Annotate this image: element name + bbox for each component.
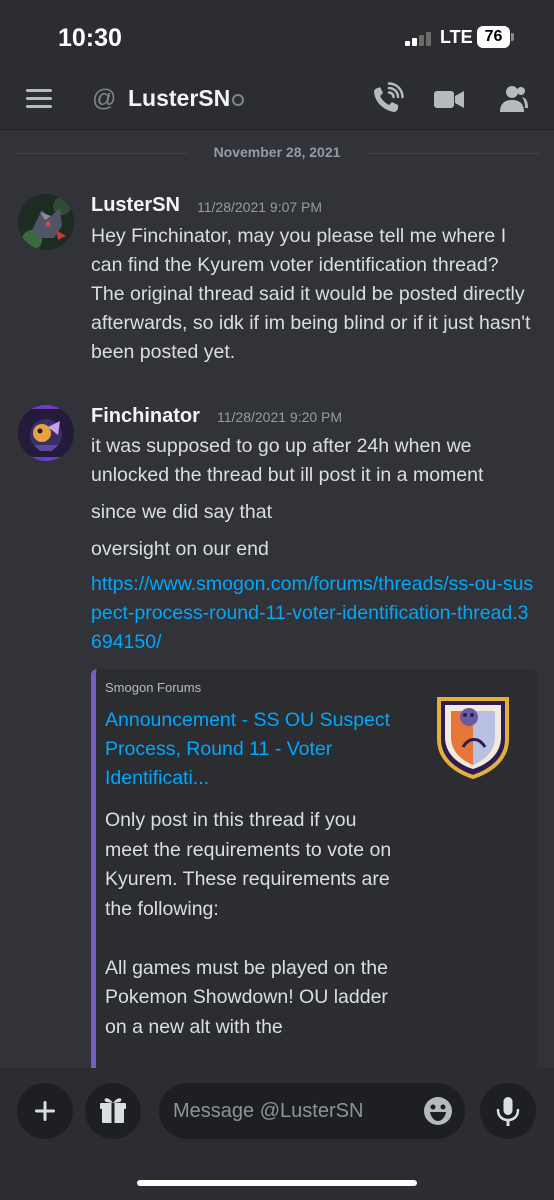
message-input[interactable] xyxy=(173,1083,413,1139)
offline-status-icon xyxy=(232,94,244,106)
link-embed[interactable]: Smogon Forums Announcement - SS OU Suspe… xyxy=(91,669,537,1089)
gift-icon xyxy=(100,1098,126,1123)
network-label: LTE xyxy=(440,27,473,47)
video-icon[interactable] xyxy=(432,82,466,116)
menu-icon[interactable] xyxy=(26,89,54,109)
message-content: since we did say that xyxy=(91,501,273,523)
message-content: oversight on our end xyxy=(91,538,269,560)
home-indicator xyxy=(137,1180,417,1186)
embed-provider[interactable]: Smogon Forums xyxy=(105,680,201,695)
status-bar: 10:30 LTE 76 xyxy=(0,0,554,68)
members-icon[interactable] xyxy=(495,82,529,116)
dm-title[interactable]: LusterSN xyxy=(128,85,230,112)
smogon-logo-icon[interactable] xyxy=(433,693,513,779)
embed-description-paragraph: Only post in this thread if you meet the… xyxy=(105,809,392,920)
embed-description: Only post in this thread if you meet the… xyxy=(105,806,405,1042)
message-content: it was supposed to go up after 24h when … xyxy=(91,435,484,486)
clock: 10:30 xyxy=(58,24,122,52)
avatar[interactable] xyxy=(18,194,74,250)
call-icon[interactable] xyxy=(370,82,404,116)
message-timestamp: 11/28/2021 9:20 PM xyxy=(217,409,343,425)
message-input-container[interactable] xyxy=(159,1083,465,1139)
battery-level: 76 xyxy=(484,28,503,45)
message-author[interactable]: Finchinator xyxy=(91,405,200,428)
signal-icon xyxy=(405,30,435,46)
voice-message-button[interactable] xyxy=(480,1083,536,1139)
date-divider: November 28, 2021 xyxy=(14,143,540,163)
message-timestamp: 11/28/2021 9:07 PM xyxy=(197,199,323,215)
battery-tip xyxy=(511,33,514,41)
plus-icon xyxy=(35,1101,55,1121)
divider-line-right xyxy=(366,153,540,154)
microphone-icon xyxy=(496,1097,520,1126)
avatar[interactable] xyxy=(18,405,74,461)
gift-button[interactable] xyxy=(85,1083,141,1139)
at-icon: @ xyxy=(92,85,117,112)
message-link[interactable]: https://www.smogon.com/forums/threads/ss… xyxy=(91,570,536,657)
embed-title[interactable]: Announcement - SS OU Suspect Process, Ro… xyxy=(105,706,395,793)
battery-icon: 76 xyxy=(477,26,510,48)
message-author[interactable]: LusterSN xyxy=(91,194,180,217)
embed-description-paragraph: All games must be played on the Pokemon … xyxy=(105,956,388,1038)
date-divider-label: November 28, 2021 xyxy=(213,144,341,160)
emoji-icon[interactable] xyxy=(423,1096,453,1126)
channel-header: @ LusterSN xyxy=(0,68,554,130)
message-content: Hey Finchinator, may you please tell me … xyxy=(91,225,531,363)
add-attachment-button[interactable] xyxy=(17,1083,73,1139)
